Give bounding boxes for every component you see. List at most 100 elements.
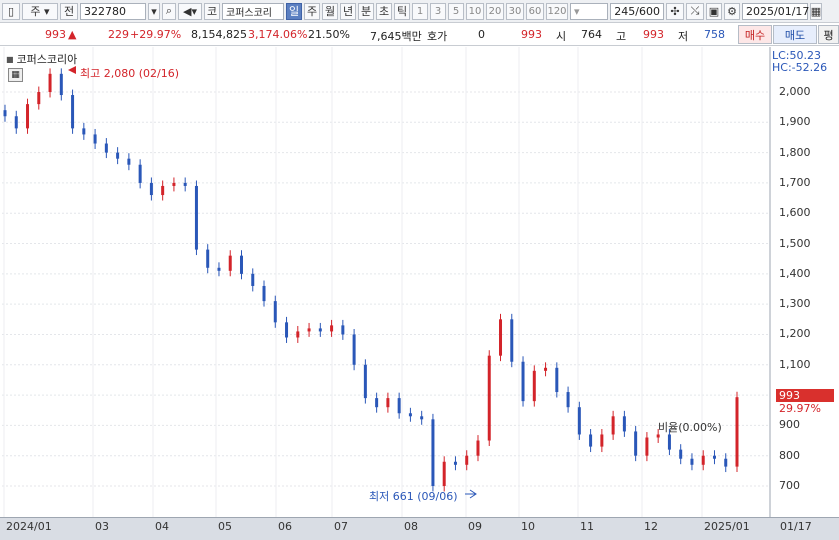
candle-body (138, 164, 142, 183)
x-tick-label: 06 (278, 520, 292, 533)
candle-body (622, 416, 626, 432)
candle-body (273, 301, 277, 323)
low-annotation: 최저 661 (09/06) (369, 490, 458, 503)
custom-interval-field[interactable]: ▾ (570, 2, 608, 20)
candle-body (408, 413, 412, 417)
x-tick-label: 08 (404, 520, 418, 533)
y-tick-label: 1,800 (779, 145, 811, 159)
candle-body (239, 255, 243, 274)
y-tick-label: 2,000 (779, 85, 811, 98)
layout-icon[interactable]: ▯ (2, 2, 20, 20)
candle-body (37, 92, 41, 105)
avg-button[interactable]: 평 (818, 25, 839, 44)
y-tick-label: 1,400 (779, 266, 811, 280)
hc-value: HC:-52.26 (772, 61, 828, 74)
quote-bar: 993 ▲ 229 +29.97% 8,154,825 3,174.06% 21… (0, 24, 839, 46)
period-week[interactable]: 주 (304, 2, 320, 20)
x-tick-label: 10 (521, 520, 535, 533)
buy-button[interactable]: 매수 (738, 25, 772, 44)
interval-120[interactable]: 120 (546, 2, 568, 20)
x-tick-label: 11 (580, 520, 594, 533)
candle-body (701, 455, 705, 465)
candle-body (634, 431, 638, 456)
volume-pct: 3,174.06% (248, 28, 308, 41)
interval-30[interactable]: 30 (506, 2, 524, 20)
market-button[interactable]: 코 (204, 2, 220, 20)
x-tick-label: 12 (644, 520, 658, 533)
high-value: 993 (643, 28, 664, 41)
low-value: 758 (704, 28, 725, 41)
candle-body (645, 437, 649, 456)
candle-body (307, 328, 311, 332)
price-value: 993 (45, 28, 66, 41)
dropdown-arrow-icon[interactable]: ▾ (148, 2, 160, 20)
crosshair-icon[interactable]: ✣ (666, 2, 684, 20)
interval-10[interactable]: 10 (466, 2, 484, 20)
candle-body (26, 104, 30, 129)
period-year[interactable]: 년 (340, 2, 356, 20)
candle-body (544, 367, 548, 371)
y-tick-label: 1,900 (779, 115, 811, 129)
candle-body (510, 319, 514, 362)
candle-body (532, 370, 536, 402)
y-tick-label: 1,600 (779, 206, 811, 220)
candle-body (442, 461, 446, 486)
interval-3[interactable]: 3 (430, 2, 446, 20)
date-field[interactable]: 2025/01/17 (742, 2, 809, 20)
x-tick-label: 01/17 (780, 520, 812, 533)
chart-grid (2, 47, 771, 517)
candle-body (285, 322, 289, 338)
candle-body (3, 110, 7, 117)
y-tick-label: 1,700 (779, 175, 811, 189)
price-chart[interactable] (0, 47, 839, 539)
candle-body (116, 152, 120, 159)
period-minute[interactable]: 분 (358, 2, 374, 20)
code-input[interactable]: 322780 (80, 2, 146, 20)
x-tick-label: 04 (155, 520, 169, 533)
last-pct: 29.97% (779, 402, 821, 415)
candle-body (104, 143, 108, 153)
candle-body (363, 364, 367, 399)
candle-body (228, 255, 232, 271)
save-icon[interactable]: ▣ (706, 2, 722, 20)
x-tick-label: 07 (334, 520, 348, 533)
candle-body (611, 416, 615, 435)
candle-body (330, 325, 334, 332)
interval-5[interactable]: 5 (448, 2, 464, 20)
candle-body (735, 397, 739, 467)
type-select[interactable]: 주 ▾ (22, 2, 58, 20)
low-marker (465, 489, 477, 499)
prev-button[interactable]: 전 (60, 2, 78, 20)
search-icon[interactable]: ⌕ (162, 2, 176, 20)
count-field[interactable]: 245/600 (610, 2, 664, 20)
candle-body (14, 116, 18, 129)
period-month[interactable]: 월 (322, 2, 338, 20)
hoga-price: 993 (521, 28, 542, 41)
calendar-icon[interactable]: ▦ (810, 2, 822, 20)
candle-body (183, 182, 187, 186)
speaker-icon[interactable]: ◀▾ (178, 2, 202, 20)
candle-body (251, 273, 255, 286)
sell-button[interactable]: 매도 (773, 25, 817, 44)
stock-name-field[interactable]: 코퍼스코리 (222, 2, 284, 20)
period-second[interactable]: 초 (376, 2, 392, 20)
trend-icon[interactable]: ⤯ (686, 2, 704, 20)
candle-body (499, 319, 503, 356)
candle-body (59, 73, 63, 96)
amount-value: 7,645백만 (370, 30, 422, 43)
interval-1[interactable]: 1 (412, 2, 428, 20)
candle-body (318, 328, 322, 332)
hoga-label: 호가 (427, 30, 448, 43)
toolbar: ▯ 주 ▾ 전 322780 ▾ ⌕ ◀▾ 코 코퍼스코리 일 주 월 년 분 … (0, 0, 839, 23)
gear-icon[interactable]: ⚙ (724, 2, 740, 20)
candle-body (375, 398, 379, 408)
period-day[interactable]: 일 (286, 2, 302, 20)
candle-body (341, 325, 345, 335)
candle-body (194, 185, 198, 250)
interval-20[interactable]: 20 (486, 2, 504, 20)
table-icon[interactable]: ▦ (8, 68, 23, 82)
x-tick-label: 03 (95, 520, 109, 533)
period-tick[interactable]: 틱 (394, 2, 410, 20)
interval-60[interactable]: 60 (526, 2, 544, 20)
y-tick-label: 800 (779, 448, 800, 462)
